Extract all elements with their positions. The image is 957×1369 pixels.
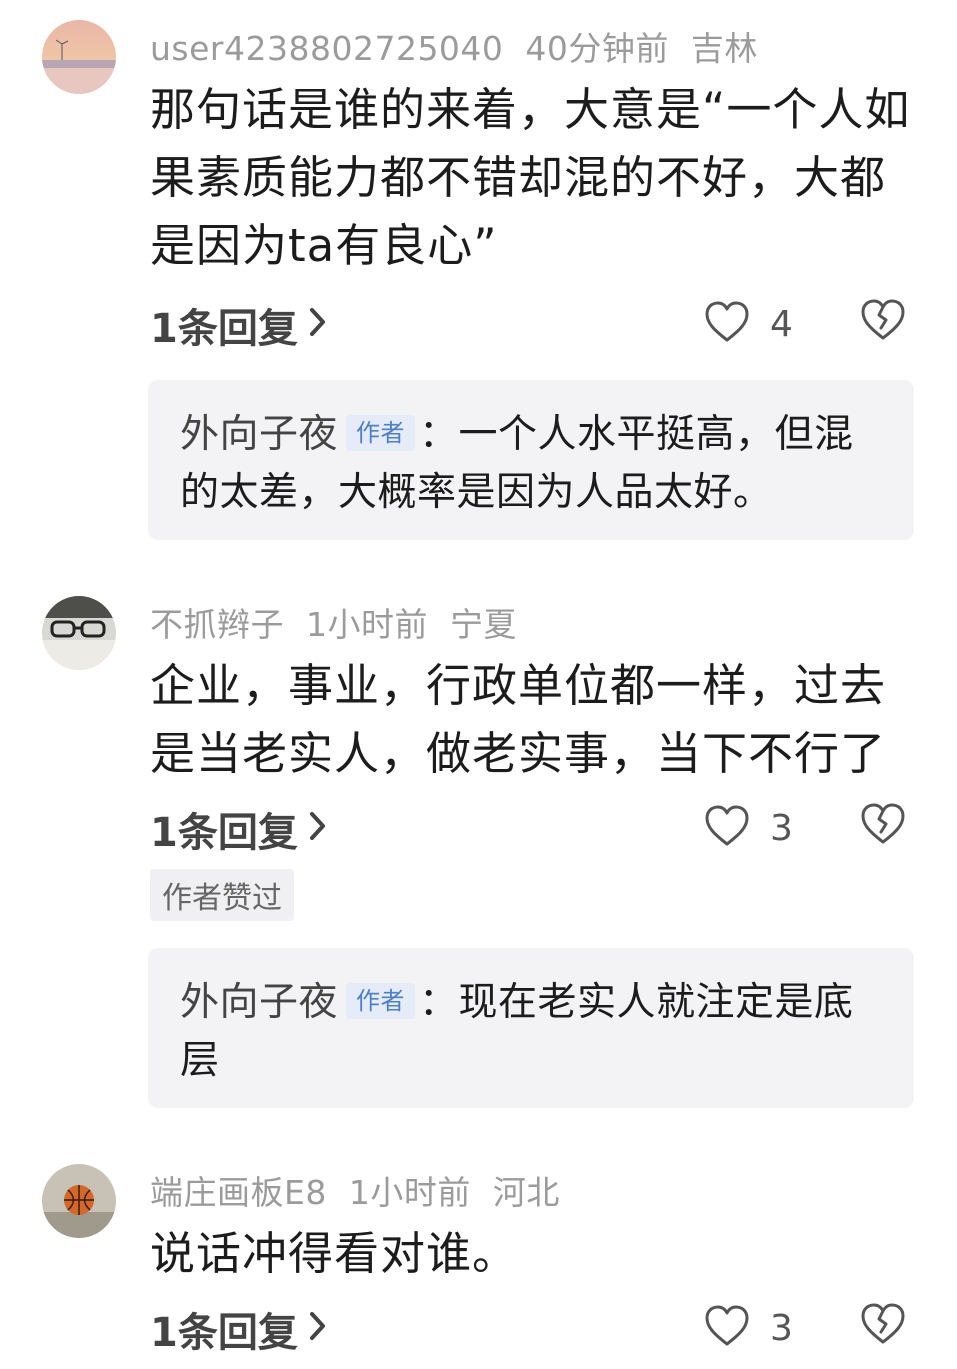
comment-location: 宁夏 [450, 605, 517, 644]
like-count: 4 [770, 303, 793, 345]
heart-outline-icon [704, 804, 750, 852]
like-count: 3 [770, 807, 793, 849]
author-liked-badge: 作者赞过 [150, 869, 294, 921]
comment-username[interactable]: 不抓辫子 [150, 605, 284, 644]
comment-time: 1小时前 [348, 1173, 471, 1212]
reply-author[interactable]: 外向子夜 [180, 980, 338, 1025]
reply-author[interactable]: 外向子夜 [180, 412, 338, 457]
comment-text: 说话冲得看对谁。 [150, 1227, 519, 1280]
chevron-right-icon [308, 806, 328, 852]
view-replies-label: 1条回复 [150, 306, 298, 352]
comment-location: 吉林 [690, 29, 758, 68]
like-button[interactable]: 4 [704, 300, 793, 348]
author-tag: 作者 [346, 983, 416, 1019]
avatar[interactable] [42, 20, 116, 94]
avatar-image [42, 596, 116, 670]
view-replies-link[interactable]: 1条回复 [150, 1300, 328, 1358]
comment-username[interactable]: 端庄画板E8 [150, 1173, 327, 1212]
reply-content: 外向子夜 作者 ：一个人水平挺高，但混的太差，大概率是因为人品太好。 [148, 380, 914, 546]
comment-meta: user4238802725040 40分钟前 吉林 [150, 22, 780, 70]
comment-meta: 端庄画板E8 1小时前 河北 [150, 1166, 582, 1214]
dislike-button[interactable] [860, 1302, 906, 1350]
chevron-right-icon [308, 302, 328, 348]
chevron-right-icon [308, 1306, 328, 1352]
view-replies-label: 1条回复 [150, 1310, 298, 1356]
view-replies-label: 1条回复 [150, 810, 298, 856]
avatar-image [42, 20, 116, 94]
broken-heart-icon [860, 803, 906, 850]
like-button[interactable]: 3 [704, 1304, 793, 1352]
reply-preview[interactable]: 外向子夜 作者 ：一个人水平挺高，但混的太差，大概率是因为人品太好。 [148, 380, 914, 540]
comment-time: 40分钟前 [525, 29, 669, 68]
heart-outline-icon [704, 1304, 750, 1352]
heart-outline-icon [704, 300, 750, 348]
avatar[interactable] [42, 596, 116, 670]
broken-heart-icon [860, 1303, 906, 1350]
dislike-button[interactable] [860, 298, 906, 346]
avatar[interactable] [42, 1164, 116, 1238]
dislike-button[interactable] [860, 802, 906, 850]
comment-text: 企业，事业，行政单位都一样，过去是当老实人，做老实事，当下不行了 [150, 659, 887, 780]
comment-time: 1小时前 [306, 605, 428, 644]
comment-meta: 不抓辫子 1小时前 宁夏 [150, 598, 539, 646]
author-tag: 作者 [346, 415, 416, 451]
view-replies-link[interactable]: 1条回复 [150, 800, 328, 858]
view-replies-link[interactable]: 1条回复 [150, 296, 328, 354]
reply-content: 外向子夜 作者 ：现在老实人就注定是底层 [148, 948, 914, 1114]
comment-text: 那句话是谁的来着，大意是“一个人如果素质能力都不错却混的不好，大都是因为ta有良… [150, 83, 911, 272]
reply-preview[interactable]: 外向子夜 作者 ：现在老实人就注定是底层 [148, 948, 914, 1108]
comment-username[interactable]: user4238802725040 [150, 29, 503, 68]
avatar-image [42, 1164, 116, 1238]
comment-location: 河北 [492, 1173, 560, 1212]
broken-heart-icon [860, 299, 906, 346]
like-button[interactable]: 3 [704, 804, 793, 852]
like-count: 3 [770, 1307, 793, 1349]
